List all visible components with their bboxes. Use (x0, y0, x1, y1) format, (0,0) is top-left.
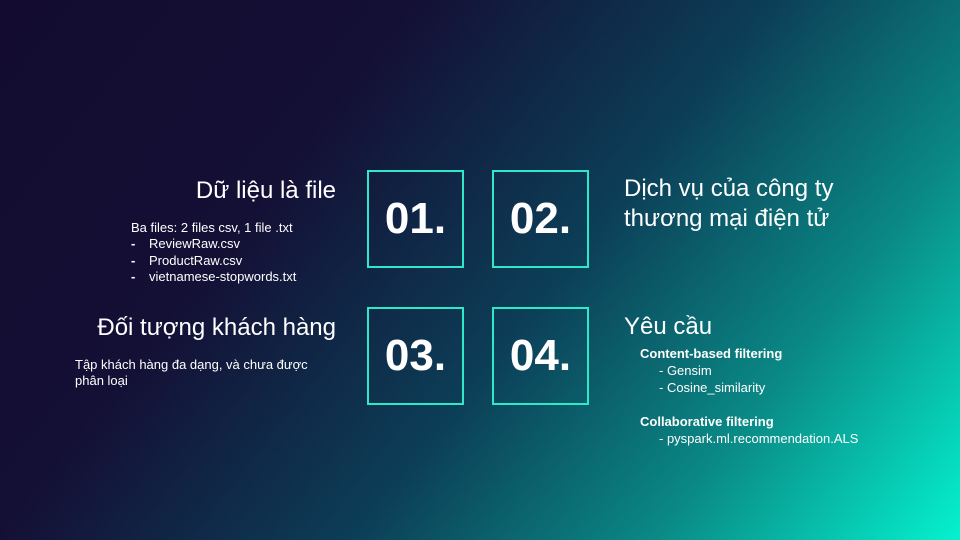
card-04-title: Yêu cầu (624, 313, 713, 340)
card-02-title: Dịch vụ của công ty thương mại điện tử (624, 174, 833, 234)
card-02-number: 02. (492, 170, 589, 268)
list-item: - vietnamese-stopwords.txt (131, 269, 296, 286)
customers-description: Tập khách hàng đa dạng, và chưa được phâ… (75, 357, 308, 388)
requirement-item: - pyspark.ml.recommendation.ALS (659, 431, 859, 446)
card-03-number: 03. (367, 307, 464, 405)
card-01-title: Dữ liệu là file (195, 177, 336, 204)
card-03-title: Đối tượng khách hàng (97, 314, 336, 341)
slide: Dữ liệu là file Ba files: 2 files csv, 1… (0, 0, 960, 540)
card-04-number: 04. (492, 307, 589, 405)
bullet-dash: - (131, 252, 136, 268)
file-name: ReviewRaw.csv (149, 236, 241, 251)
bullet-dash: - (131, 236, 136, 251)
requirement-item: - Gensim (659, 363, 712, 378)
file-name: vietnamese-stopwords.txt (149, 269, 297, 284)
card-02-title-line: Dịch vụ của công ty (624, 175, 834, 202)
requirement-group-title: Content-based filtering (640, 346, 783, 361)
card-02-title-line: thương mại điện tử (624, 205, 830, 232)
requirement-item: - Cosine_similarity (659, 380, 766, 395)
list-item: - ReviewRaw.csv (131, 236, 296, 253)
data-files-intro: Ba files: 2 files csv, 1 file .txt (131, 220, 293, 235)
data-files-list: - ReviewRaw.csv - ProductRaw.csv - vietname… (131, 236, 296, 286)
list-item: - ProductRaw.csv (131, 253, 296, 270)
requirement-group-title: Collaborative filtering (640, 414, 774, 429)
card-01-number: 01. (367, 170, 464, 268)
bullet-dash: - (131, 269, 136, 284)
requirements-list: Content-based filtering - Gensim - Cosin… (640, 345, 858, 447)
file-name: ProductRaw.csv (149, 252, 243, 268)
